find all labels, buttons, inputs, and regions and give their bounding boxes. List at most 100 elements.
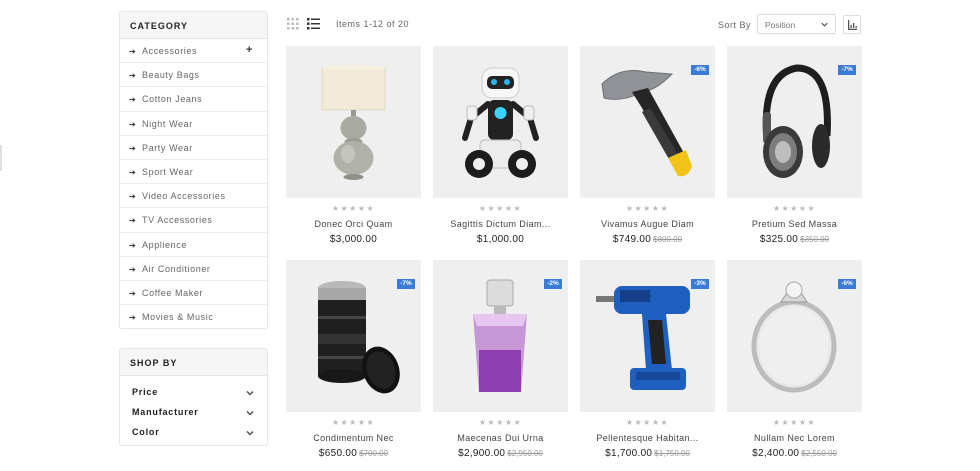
arrow-right-icon: ➔ <box>129 313 137 323</box>
product-name[interactable]: Pretium Sed Massa <box>727 219 862 229</box>
category-item-air-conditioner[interactable]: ➔ Air Conditioner <box>120 257 267 281</box>
product-price: $749.00 $800.00 <box>580 234 715 245</box>
category-item-party-wear[interactable]: ➔ Party Wear <box>120 136 267 160</box>
rating-stars: ★★★★★ <box>478 418 523 427</box>
category-item-sport-wear[interactable]: ➔ Sport Wear <box>120 160 267 185</box>
discount-badge: -7% <box>397 279 415 289</box>
price-old: $700.00 <box>359 449 389 458</box>
sort-label: Sort By <box>718 20 752 30</box>
price-old: $2,950.00 <box>507 449 543 458</box>
arrow-right-icon: ➔ <box>129 119 137 129</box>
arrow-right-icon: ➔ <box>129 167 137 177</box>
sort-direction-icon <box>848 20 857 30</box>
category-title: CATEGORY <box>120 12 267 39</box>
price-current: $1,700.00 <box>605 448 653 459</box>
category-label: TV Accessories <box>142 215 213 226</box>
category-item-coffee-maker[interactable]: ➔ Coffee Maker <box>120 281 267 306</box>
product-image[interactable]: -6% <box>580 46 715 198</box>
category-item-beauty-bags[interactable]: ➔ Beauty Bags <box>120 63 267 88</box>
product-name[interactable]: Condimentum Nec <box>286 433 421 443</box>
product-image[interactable] <box>286 46 421 198</box>
category-label: Party Wear <box>142 142 193 153</box>
product-image[interactable]: -7% <box>727 46 862 198</box>
category-label: Video Accessories <box>142 191 226 202</box>
price-current: $325.00 <box>759 234 799 245</box>
price-old: $1,750.00 <box>654 449 690 458</box>
category-list: ➔ Accessories + ➔ Beauty Bags ➔ Cotton Jeans… <box>120 39 267 329</box>
grid-view-icon[interactable] <box>287 18 299 30</box>
filter-list: Price Manufacturer Color <box>120 376 267 445</box>
discount-badge: -3% <box>691 279 709 289</box>
product-price: $2,400.00 $2,550.00 <box>727 448 862 459</box>
product-image[interactable]: -7% <box>286 260 421 412</box>
product-price: $650.00 $700.00 <box>286 448 421 459</box>
product-card: -7% ★★★★★ Pretium Sed Massa $325.00 $350.… <box>727 46 862 251</box>
category-item-accessories[interactable]: ➔ Accessories + <box>120 39 267 64</box>
filter-manufacturer[interactable]: Manufacturer <box>120 405 267 425</box>
product-name[interactable]: Pellentesque Habitan... <box>580 433 715 443</box>
category-item-movies-music[interactable]: ➔ Movies & Music <box>120 305 267 329</box>
price-current: $650.00 <box>318 448 358 459</box>
product-card: ★★★★★ Sagittis Dictum Diam... $1,000.00 <box>433 46 568 251</box>
product-price: $325.00 $350.00 <box>727 234 862 245</box>
product-card: -3% ★★★★★ Pellentesque Habitan... $1,700… <box>580 260 715 465</box>
product-card: -6% ★★★★★ Nullam Nec Lorem $2,400.00 $2,5… <box>727 260 862 465</box>
arrow-right-icon: ➔ <box>129 288 137 298</box>
category-label: Coffee Maker <box>142 287 204 298</box>
lamp-image <box>321 65 386 180</box>
rating-stars: ★★★★★ <box>772 418 817 427</box>
category-item-cotton-jeans[interactable]: ➔ Cotton Jeans <box>120 87 267 112</box>
sort-select[interactable]: Position <box>757 14 836 34</box>
product-name[interactable]: Nullam Nec Lorem <box>727 433 862 443</box>
product-name[interactable]: Vivamus Augue Diam <box>580 219 715 229</box>
arrow-right-icon: ➔ <box>129 71 137 81</box>
product-card: -2% ★★★★★ Maecenas Dui Urna $2,900.00 $2,… <box>433 260 568 465</box>
rating-stars: ★★★★★ <box>625 204 670 213</box>
product-image[interactable]: -6% <box>727 260 862 412</box>
arrow-right-icon: ➔ <box>129 47 137 56</box>
chevron-down-icon <box>246 391 254 396</box>
product-name[interactable]: Donec Orci Quam <box>286 219 421 229</box>
category-item-applience[interactable]: ➔ Applience <box>120 233 267 257</box>
rating-stars: ★★★★★ <box>772 204 817 213</box>
chevron-down-icon <box>821 22 828 27</box>
price-old: $2,550.00 <box>801 449 837 458</box>
arrow-right-icon: ➔ <box>129 216 137 226</box>
category-label: Movies & Music <box>142 312 214 323</box>
price-current: $1,000.00 <box>476 234 525 245</box>
category-label: Cotton Jeans <box>142 94 203 105</box>
category-item-tv-accessories[interactable]: ➔ TV Accessories <box>120 208 267 233</box>
product-name[interactable]: Maecenas Dui Urna <box>433 433 568 443</box>
rating-stars: ★★★★★ <box>331 418 376 427</box>
sort-direction-button[interactable] <box>843 15 861 34</box>
discount-badge: -6% <box>838 279 856 289</box>
expand-plus-icon[interactable]: + <box>246 44 253 56</box>
filter-label: Color <box>132 427 160 437</box>
filter-price[interactable]: Price <box>120 385 267 405</box>
price-current: $2,900.00 <box>458 448 506 459</box>
discount-badge: -6% <box>691 65 709 75</box>
product-image[interactable]: -2% <box>433 260 568 412</box>
category-item-night-wear[interactable]: ➔ Night Wear <box>120 112 267 136</box>
product-card: -7% ★★★★★ Condimentum Nec $650.00 $700.00 <box>286 260 421 465</box>
price-current: $749.00 <box>612 234 652 245</box>
sort-select-value: Position <box>765 20 796 30</box>
product-image[interactable]: -3% <box>580 260 715 412</box>
filter-color[interactable]: Color <box>120 425 267 445</box>
arrow-right-icon: ➔ <box>129 192 137 202</box>
category-item-video-accessories[interactable]: ➔ Video Accessories <box>120 184 267 209</box>
product-name[interactable]: Sagittis Dictum Diam... <box>433 219 568 229</box>
rating-stars: ★★★★★ <box>331 204 376 213</box>
robot-image <box>462 67 539 178</box>
arrow-right-icon: ➔ <box>129 264 137 274</box>
arrow-right-icon: ➔ <box>129 143 137 153</box>
price-current: $3,000.00 <box>329 234 378 245</box>
arrow-right-icon: ➔ <box>129 240 137 250</box>
product-image[interactable] <box>433 46 568 198</box>
filter-label: Manufacturer <box>132 407 199 417</box>
rating-stars: ★★★★★ <box>625 418 670 427</box>
price-current: $2,400.00 <box>752 448 800 459</box>
category-label: Accessories <box>142 46 198 56</box>
product-card: -6% ★★★★★ Vivamus Augue Diam $749.00 $800… <box>580 46 715 251</box>
list-view-icon[interactable] <box>307 18 320 30</box>
